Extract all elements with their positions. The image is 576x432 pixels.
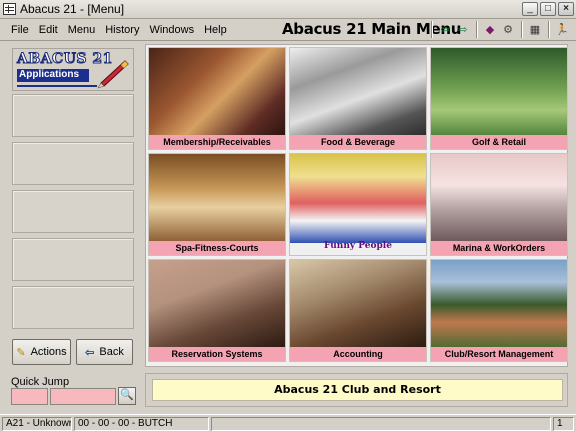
quick-jump-input-1[interactable] xyxy=(11,388,48,405)
toolbar-separator xyxy=(548,21,549,38)
abacus-logo: ABACUS 21 Applications xyxy=(12,48,134,91)
quick-jump-label: Quick Jump xyxy=(11,376,70,388)
pencil-icon: ✎ xyxy=(16,346,26,359)
module-tile[interactable]: Food & Beverage xyxy=(289,47,427,150)
back-button-label: Back xyxy=(99,346,124,358)
status-user: A21 - Unknown xyxy=(2,417,72,431)
quick-jump-input-2[interactable] xyxy=(50,388,116,405)
module-tile[interactable]: Accounting xyxy=(289,259,427,362)
menu-help[interactable]: Help xyxy=(199,24,232,36)
module-photo xyxy=(290,154,426,243)
module-photo xyxy=(149,48,285,137)
app-slot-2[interactable] xyxy=(12,142,134,185)
exit-icon[interactable]: ⇥ xyxy=(572,21,576,38)
menu-file[interactable]: File xyxy=(6,24,34,36)
club-banner: Abacus 21 Club and Resort xyxy=(152,379,563,401)
app-slot-5[interactable] xyxy=(12,286,134,329)
status-message xyxy=(211,417,551,431)
toolbar-separator xyxy=(431,21,432,38)
arrow-left-icon[interactable]: ⇦ xyxy=(437,21,453,38)
logo-underline xyxy=(17,85,97,87)
status-count: 1 xyxy=(553,417,574,431)
actions-button-label: Actions xyxy=(30,346,67,358)
banner-area: Abacus 21 Club and Resort xyxy=(145,373,568,407)
module-tile[interactable]: Funny People xyxy=(289,153,427,256)
module-grid: Membership/Receivables Food & Beverage Gol… xyxy=(145,44,568,367)
module-label: Membership/Receivables xyxy=(149,135,285,149)
module-label: Accounting xyxy=(290,347,426,361)
window-controls: _ □ × xyxy=(522,2,574,16)
module-tile[interactable]: Reservation Systems xyxy=(148,259,286,362)
menu-list: File Edit Menu History Windows Help xyxy=(6,24,232,36)
menu-history[interactable]: History xyxy=(100,24,144,36)
status-session: 00 - 00 - 00 - BUTCH xyxy=(74,417,209,431)
module-tile[interactable]: Membership/Receivables xyxy=(148,47,286,150)
calculator-icon[interactable]: ▦ xyxy=(527,21,543,38)
toolbar: ⇦ ⇨ ◆ ⚙ ▦ 🏃 ⇥ xyxy=(428,21,576,38)
module-photo xyxy=(290,260,426,349)
module-label: Marina & WorkOrders xyxy=(431,241,567,255)
app-slot-3[interactable] xyxy=(12,190,134,233)
toolbar-separator xyxy=(476,21,477,38)
module-tile[interactable]: Marina & WorkOrders xyxy=(430,153,568,256)
module-photo xyxy=(431,154,567,243)
module-label: Funny People xyxy=(324,241,392,251)
module-label: Golf & Retail xyxy=(431,135,567,149)
status-bar: A21 - Unknown 00 - 00 - 00 - BUTCH 1 xyxy=(0,414,576,432)
running-man-icon[interactable]: 🏃 xyxy=(554,21,570,38)
menu-edit[interactable]: Edit xyxy=(34,24,63,36)
module-tile[interactable]: Golf & Retail xyxy=(430,47,568,150)
quick-jump: Quick Jump 🔍 xyxy=(9,374,136,412)
tools-icon[interactable]: ⚙ xyxy=(500,21,516,38)
module-photo xyxy=(431,260,567,349)
menu-windows[interactable]: Windows xyxy=(144,24,199,36)
left-panel: ABACUS 21 Applications xyxy=(9,44,136,368)
back-button[interactable]: ⇦ Back xyxy=(76,339,133,365)
maximize-button[interactable]: □ xyxy=(540,2,556,16)
minimize-button[interactable]: _ xyxy=(522,2,538,16)
module-tile[interactable]: Spa-Fitness-Courts xyxy=(148,153,286,256)
module-label: Food & Beverage xyxy=(290,135,426,149)
window-title: Abacus 21 - [Menu] xyxy=(20,2,125,16)
menu-menu[interactable]: Menu xyxy=(63,24,101,36)
module-label: Reservation Systems xyxy=(149,347,285,361)
toolbar-separator xyxy=(521,21,522,38)
logo-subtitle: Applications xyxy=(17,69,89,82)
title-bar: Abacus 21 - [Menu] _ □ × xyxy=(0,0,576,19)
pen-icon xyxy=(97,60,129,89)
book-icon[interactable]: ◆ xyxy=(482,21,498,38)
module-label: Club/Resort Management xyxy=(431,347,567,361)
search-icon[interactable]: 🔍 xyxy=(118,387,136,405)
app-grid-icon[interactable] xyxy=(3,3,16,15)
app-slot-1[interactable] xyxy=(12,94,134,137)
app-slot-4[interactable] xyxy=(12,238,134,281)
arrow-right-icon[interactable]: ⇨ xyxy=(455,21,471,38)
module-photo xyxy=(149,154,285,243)
module-photo xyxy=(431,48,567,137)
module-tile[interactable]: Club/Resort Management xyxy=(430,259,568,362)
back-arrow-icon: ⇦ xyxy=(85,346,95,359)
actions-button[interactable]: ✎ Actions xyxy=(12,339,71,365)
module-photo xyxy=(290,48,426,137)
menu-bar: File Edit Menu History Windows Help Abac… xyxy=(0,19,576,41)
module-photo xyxy=(149,260,285,349)
close-button[interactable]: × xyxy=(558,2,574,16)
module-label: Spa-Fitness-Courts xyxy=(149,241,285,255)
